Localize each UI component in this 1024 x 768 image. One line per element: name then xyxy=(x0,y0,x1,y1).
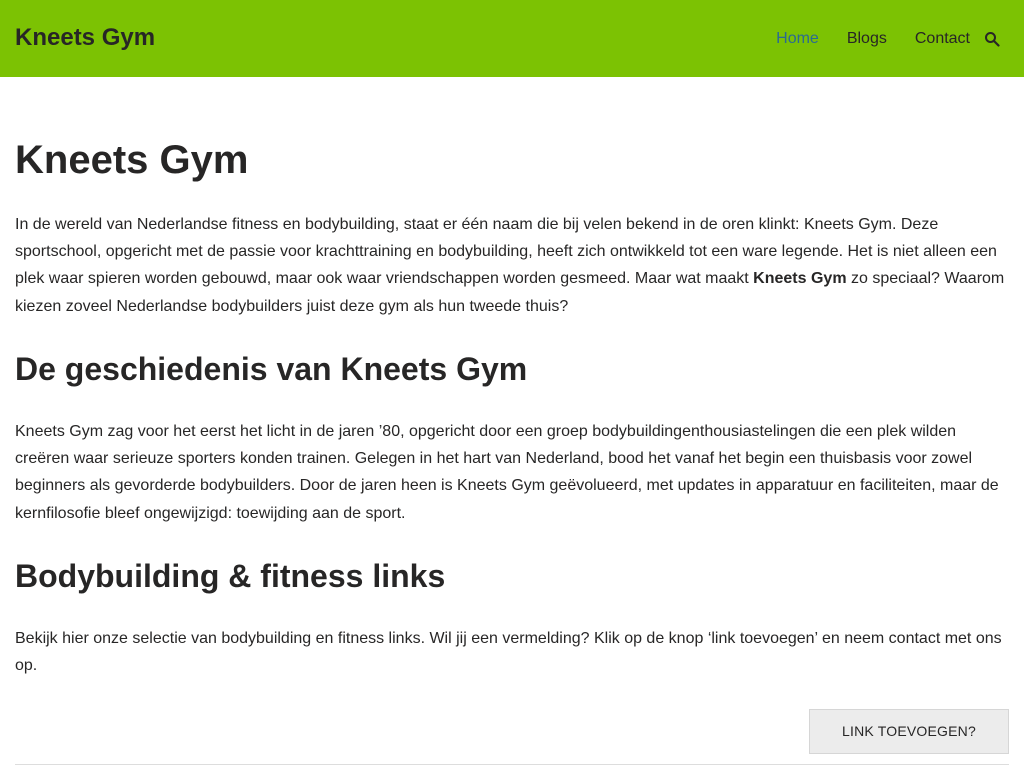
intro-paragraph: In de wereld van Nederlandse fitness en … xyxy=(15,211,1009,320)
history-paragraph: Kneets Gym zag voor het eerst het licht … xyxy=(15,423,999,522)
site-brand[interactable]: Kneets Gym xyxy=(15,24,155,52)
search-icon[interactable] xyxy=(984,31,1000,47)
divider xyxy=(15,764,1009,765)
site-header: Kneets Gym Home Blogs Contact xyxy=(0,0,1024,77)
nav-contact[interactable]: Contact xyxy=(915,29,970,49)
main-nav: Home Blogs Contact xyxy=(776,29,1000,49)
page-title: Kneets Gym xyxy=(15,138,249,182)
nav-home[interactable]: Home xyxy=(776,29,819,49)
links-paragraph: Bekijk hier onze selectie van bodybuildi… xyxy=(15,630,1002,675)
history-heading: De geschiedenis van Kneets Gym xyxy=(15,351,528,387)
nav-blogs[interactable]: Blogs xyxy=(847,29,887,49)
links-heading: Bodybuilding & fitness links xyxy=(15,558,446,594)
add-link-button[interactable]: LINK TOEVOEGEN? xyxy=(809,709,1009,754)
intro-text-bold: Kneets Gym xyxy=(753,270,847,288)
